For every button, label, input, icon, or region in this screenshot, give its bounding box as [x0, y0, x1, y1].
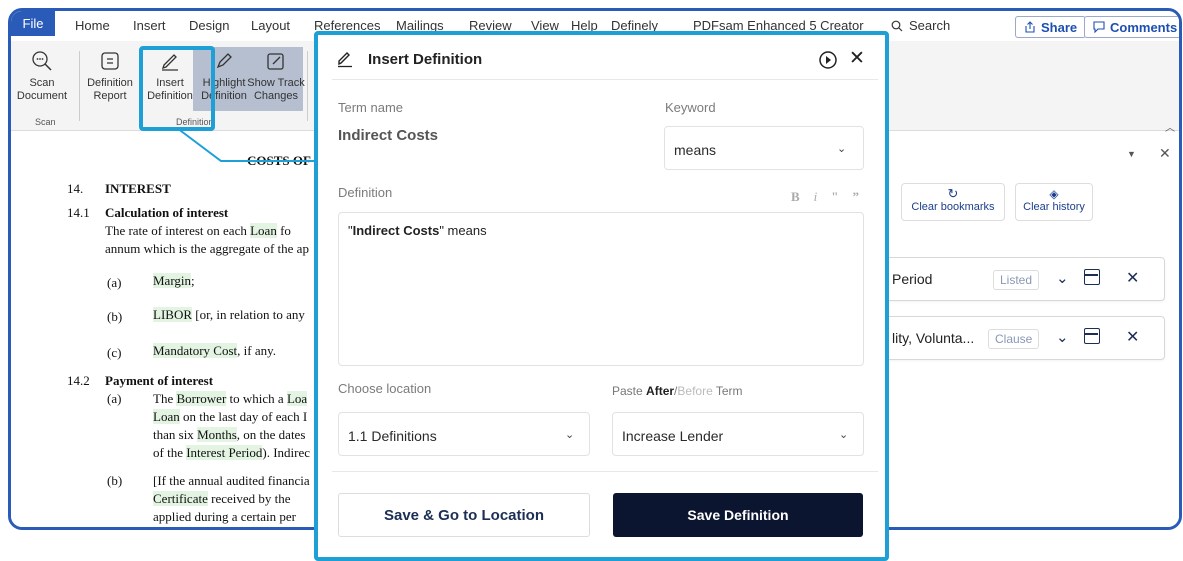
close-quote-button[interactable]: ”	[853, 189, 860, 205]
pay-a-line-1: The Borrower to which a Loa	[153, 391, 308, 406]
item-c: Mandatory Cost, if any.	[153, 343, 277, 358]
clear-bookmarks-button[interactable]: ↻ Clear bookmarks	[901, 183, 1005, 221]
keyword-label: Keyword	[665, 100, 716, 115]
dialog-close-icon[interactable]: ✕	[849, 47, 865, 70]
definition-label: Definition	[338, 185, 393, 200]
refresh-icon: ↻	[947, 186, 959, 201]
card-1-badge: Listed	[993, 270, 1040, 290]
share-button[interactable]: Share	[1015, 16, 1087, 38]
pay-b-line-1: [If the annual audited financia	[153, 473, 310, 488]
item-b-label: (b)	[107, 309, 123, 324]
item-a: Margin;	[153, 273, 195, 288]
collapse-ribbon-icon[interactable]: ︿	[1165, 119, 1175, 134]
chevron-down-icon: ⌄	[837, 143, 847, 155]
search-icon	[891, 20, 903, 31]
pay-b-line-3: applied during a certain per	[153, 509, 296, 524]
save-go-to-location-button[interactable]: Save & Go to Location	[338, 493, 590, 537]
chevron-down-icon: ⌄	[565, 429, 575, 441]
card-close-icon[interactable]: ✕	[1126, 327, 1139, 347]
pen-icon	[338, 52, 352, 68]
pay-a-line-3: than six Months, on the dates	[153, 427, 306, 442]
panel-close-icon[interactable]: ✕	[1159, 145, 1171, 162]
term-loan-2[interactable]: Loa	[286, 391, 308, 406]
format-toolbar: B i " ”	[791, 189, 859, 205]
search-box[interactable]: Search	[891, 18, 950, 33]
callout-connector	[176, 127, 317, 162]
clear-history-label: Clear history	[1023, 201, 1085, 213]
save-definition-button[interactable]: Save Definition	[613, 493, 863, 537]
search-label: Search	[909, 18, 951, 33]
pay-b-line-2: Certificate received by the	[153, 491, 291, 506]
dialog-divider	[332, 79, 878, 80]
keyword-value: means	[674, 142, 717, 158]
insert-definition-dialog: Insert Definition ✕ Term name Indirect C…	[314, 31, 889, 561]
paste-before-option[interactable]: Before	[677, 384, 712, 398]
term-mandatory-cost[interactable]: Mandatory Cost	[153, 343, 238, 358]
choose-location-label: Choose location	[338, 381, 432, 396]
term-name-label: Term name	[338, 100, 404, 115]
section-142-title: Payment of interest	[105, 373, 214, 388]
section-142-num: 14.2	[67, 373, 90, 388]
card-2-title: lity, Volunta...	[892, 330, 975, 346]
dialog-title: Insert Definition	[368, 51, 483, 68]
paste-position-toggle[interactable]: Paste After/Before Term	[612, 384, 743, 398]
pay-b-label: (b)	[107, 473, 123, 488]
keyword-select[interactable]: means ⌄	[664, 126, 864, 170]
pay-a-line-4: of the Interest Period). Indirec	[153, 445, 311, 460]
card-1-title: Period	[892, 271, 933, 287]
chevron-down-icon: ⌄	[839, 429, 849, 441]
layers-icon: ◈	[1049, 187, 1059, 201]
term-certificate[interactable]: Certificate	[153, 491, 208, 506]
panel-toggle-icon[interactable]	[1084, 328, 1100, 344]
panel-dropdown-icon[interactable]: ▼	[1127, 149, 1136, 159]
term-borrower[interactable]: Borrower	[176, 391, 227, 406]
pay-a-line-2: Loan on the last day of each I	[153, 409, 308, 424]
paste-term-select[interactable]: Increase Lender ⌄	[612, 412, 864, 456]
term-name-value: Indirect Costs	[338, 127, 439, 144]
item-c-label: (c)	[107, 345, 122, 360]
clear-bookmarks-label: Clear bookmarks	[911, 201, 995, 213]
clear-history-button[interactable]: ◈ Clear history	[1015, 183, 1093, 221]
comment-icon	[1093, 21, 1105, 33]
card-close-icon[interactable]: ✕	[1126, 268, 1139, 288]
location-select[interactable]: 1.1 Definitions ⌄	[338, 412, 590, 456]
location-value: 1.1 Definitions	[348, 428, 437, 444]
definition-card-2[interactable]: lity, Volunta... Clause ⌄ ✕	[879, 316, 1165, 360]
definition-text: "Indirect Costs" means	[348, 223, 487, 238]
footer-divider	[332, 471, 878, 472]
italic-button[interactable]: i	[814, 189, 818, 205]
panel-toggle-icon[interactable]	[1084, 269, 1100, 285]
pay-a-label: (a)	[107, 391, 122, 406]
definition-card-1[interactable]: Period Listed ⌄ ✕	[879, 257, 1165, 301]
comments-button[interactable]: Comments	[1084, 16, 1179, 38]
expand-icon[interactable]: ⌄	[1056, 328, 1069, 346]
term-margin[interactable]: Margin	[153, 273, 192, 288]
definition-textarea[interactable]: "Indirect Costs" means	[338, 212, 864, 366]
term-loan[interactable]: Loan	[250, 223, 277, 238]
card-2-badge: Clause	[988, 329, 1040, 349]
paste-after-option[interactable]: After	[646, 384, 674, 398]
para-2: annum which is the aggregate of the ap	[105, 241, 309, 256]
term-loan-3[interactable]: Loan	[153, 409, 180, 424]
term-months[interactable]: Months	[197, 427, 237, 442]
item-a-label: (a)	[107, 275, 122, 290]
para-1: The rate of interest on each Loan fo	[105, 223, 291, 238]
play-icon[interactable]	[818, 50, 838, 70]
item-b: LIBOR [or, in relation to any	[153, 307, 305, 322]
open-quote-button[interactable]: "	[831, 189, 838, 205]
term-interest-period[interactable]: Interest Period	[186, 445, 263, 460]
expand-icon[interactable]: ⌄	[1056, 269, 1069, 287]
share-icon	[1025, 21, 1035, 33]
comments-label: Comments	[1110, 19, 1178, 35]
term-libor[interactable]: LIBOR	[153, 307, 192, 322]
share-label: Share	[1041, 19, 1078, 35]
paste-term-value: Increase Lender	[622, 428, 724, 444]
bold-button[interactable]: B	[791, 189, 800, 205]
